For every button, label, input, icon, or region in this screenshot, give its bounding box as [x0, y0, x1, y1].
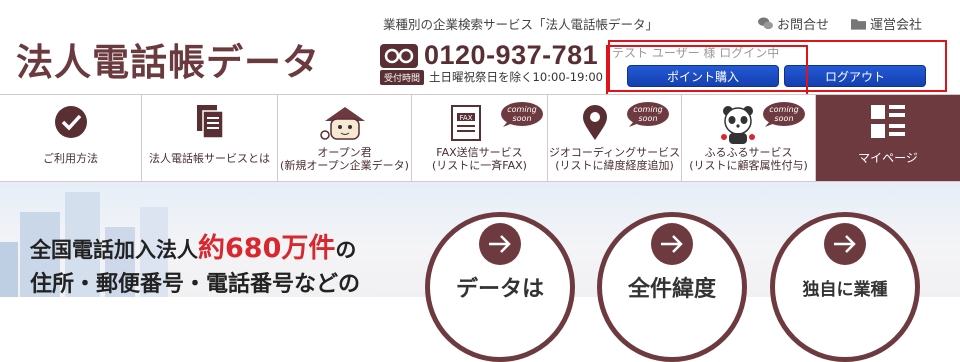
phone-number[interactable]: 0120-937-781 — [424, 40, 598, 71]
feature-circle[interactable]: データは — [425, 212, 575, 362]
arrow-right-icon — [651, 223, 693, 265]
grid-list-icon — [871, 105, 905, 143]
hero-subheadline: 住所・郵便番号・電話番号などの — [30, 272, 361, 297]
site-logo[interactable]: 法人電話帳データ — [16, 32, 320, 86]
fax-icon: FAX — [451, 105, 481, 145]
nav-label: オープン君 (新規オープン企業データ) — [280, 146, 409, 172]
arrow-right-icon — [479, 223, 521, 265]
hero-banner: 全国電話加入法人約680万件の 住所・郵便番号・電話番号などの データは 全件緯… — [0, 182, 960, 362]
svg-text:coming: coming — [633, 105, 662, 114]
top-links: お問合せ 運営会社 — [758, 14, 922, 33]
document-icon — [195, 105, 225, 143]
hours-badge: 受付時間 — [380, 69, 425, 85]
nav-label: ふるふるサービス (リストに顧客属性付与) — [689, 146, 808, 172]
contact-link-label: お問合せ — [777, 18, 830, 33]
svg-text:coming: coming — [507, 105, 536, 114]
nav-label: ご利用方法 — [43, 152, 98, 165]
coming-soon-badge: comingsoon — [627, 102, 669, 127]
contact-link[interactable]: お問合せ — [758, 14, 829, 33]
site-tagline: 業種別の企業検索サービス「法人電話帳データ」 — [383, 17, 659, 32]
nav-label: ジオコーディングサービス (リストに緯度経度追加) — [548, 146, 681, 172]
coming-soon-badge: comingsoon — [501, 102, 543, 127]
svg-text:soon: soon — [512, 114, 531, 123]
nav-item-open-kun[interactable]: オープン君 (新規オープン企業データ) — [278, 95, 412, 181]
chat-icon — [758, 17, 773, 30]
company-link[interactable]: 運営会社 — [851, 14, 922, 33]
freedial-icon — [380, 43, 418, 68]
company-link-label: 運営会社 — [870, 18, 923, 33]
coming-soon-badge: comingsoon — [763, 102, 805, 127]
arrow-right-icon — [824, 223, 866, 265]
svg-text:coming: coming — [769, 105, 798, 114]
svg-text:FAX: FAX — [460, 114, 473, 122]
site-header: 法人電話帳データ 業種別の企業検索サービス「法人電話帳データ」 お問合せ 運営会… — [0, 0, 960, 102]
hours-text: 土日曜祝祭日を除く10:00-19:00 — [429, 70, 603, 84]
svg-text:soon: soon — [638, 114, 657, 123]
nav-item-mypage[interactable]: マイページ — [816, 95, 960, 181]
nav-label: FAX送信サービス (リストに一斉FAX) — [432, 146, 527, 172]
feature-circle[interactable]: 独自に業種 — [770, 212, 920, 362]
nav-item-usage[interactable]: ご利用方法 — [0, 95, 142, 181]
feature-circle[interactable]: 全件緯度 — [597, 212, 747, 362]
hero-headline: 全国電話加入法人約680万件の — [30, 233, 357, 264]
nav-item-furufuru[interactable]: coming soon ふるふるサービス (リストに顧客属性付与) — [682, 95, 816, 181]
main-nav: ご利用方法 法人電話帳サービスとは オープン君 (新規オープン企業データ) FAX… — [0, 94, 960, 182]
nav-label: 法人電話帳サービスとは — [149, 152, 270, 165]
map-pin-icon — [582, 105, 608, 145]
feature-circle-label: 独自に業種 — [802, 280, 888, 300]
business-hours: 受付時間 土日曜祝祭日を除く10:00-19:00 — [380, 69, 603, 85]
feature-circle-label: データは — [455, 277, 544, 302]
nav-label: マイページ — [858, 151, 918, 165]
house-mascot-icon — [319, 105, 371, 147]
svg-text:soon: soon — [774, 114, 793, 123]
panda-mascot-icon — [718, 105, 758, 149]
phone-block: 0120-937-781 — [380, 40, 598, 71]
nav-item-about[interactable]: 法人電話帳サービスとは — [142, 95, 278, 181]
nav-item-geocoding[interactable]: coming soon ジオコーディングサービス (リストに緯度経度追加) — [548, 95, 682, 181]
folder-icon — [851, 19, 867, 30]
check-circle-icon — [54, 105, 88, 143]
feature-circle-label: 全件緯度 — [627, 277, 716, 302]
nav-item-fax[interactable]: FAX coming soon FAX送信サービス (リストに一斉FAX) — [412, 95, 548, 181]
